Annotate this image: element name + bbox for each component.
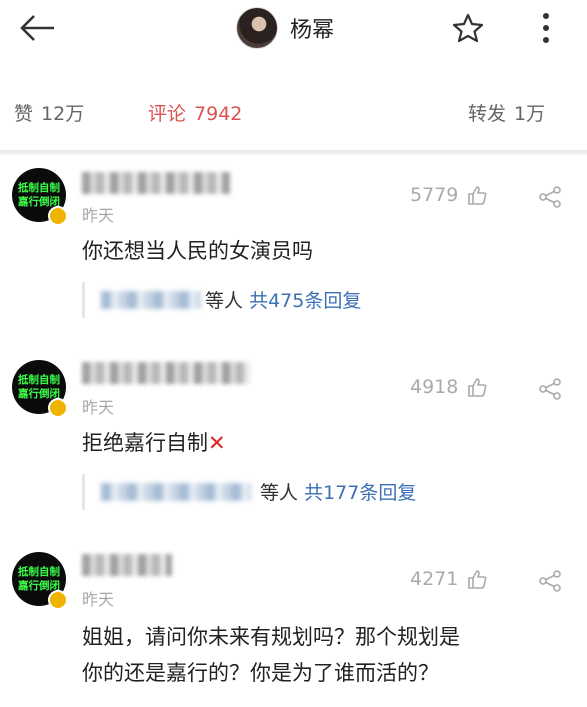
share-icon[interactable] [538,570,562,596]
tab-reposts[interactable]: 转发 1万 [468,92,545,136]
commenter-name-blurred[interactable] [82,362,250,384]
tab-reposts-label: 转发 [468,103,507,125]
replies-suffix: 等人 [260,482,299,504]
avatar-text-line1: 抵制自制 [18,182,60,194]
comment-item: 抵制自制 嘉行倒闭 昨天 4271 姐姐，请问你未来有规划吗？那个规划是 你的还… [0,544,587,707]
verified-badge [48,398,68,418]
avatar-text-line1: 抵制自制 [18,374,60,386]
tab-comments[interactable]: 评论 7942 [148,92,242,136]
reply-names-blurred [101,291,201,309]
star-icon[interactable] [452,12,484,44]
commenter-name-blurred[interactable] [82,554,172,576]
comment-time: 昨天 [82,398,115,417]
tab-likes-label: 赞 [14,103,34,125]
replies-link[interactable]: 共475条回复 [249,290,361,312]
comment-text: 拒绝嘉行自制✕ [82,426,226,460]
thumbs-up-icon [468,378,487,397]
more-vertical-icon[interactable] [538,10,554,46]
replies-link[interactable]: 共177条回复 [304,482,416,504]
comment-time: 昨天 [82,590,115,609]
tab-comments-count: 7942 [194,103,243,125]
like-count: 4918 [410,376,459,398]
thumbs-up-icon [468,186,487,205]
divider [0,150,587,155]
comment-item: 抵制自制 嘉行倒闭 昨天 5779 你还想当人民的女演员吗 等人 共475条回复 [0,160,587,340]
back-arrow-icon[interactable] [18,12,58,44]
thumbs-up-icon [468,570,487,589]
like-button[interactable]: 4271 [410,568,488,590]
like-count: 4271 [410,568,459,590]
top-bar: 杨幂 [0,0,587,58]
like-button[interactable]: 5779 [410,184,488,206]
like-count: 5779 [410,184,459,206]
red-x-icon: ✕ [208,431,226,455]
tab-likes[interactable]: 赞 12万 [14,92,84,136]
replies-preview[interactable]: 等人 共177条回复 [82,474,555,510]
tab-reposts-count: 1万 [514,103,546,125]
replies-suffix: 等人 [205,290,244,312]
verified-badge [48,206,68,226]
reply-names-blurred [101,483,251,501]
tab-comments-label: 评论 [148,103,187,125]
replies-preview[interactable]: 等人 共475条回复 [82,282,555,318]
comment-time: 昨天 [82,206,115,225]
avatar-text-line1: 抵制自制 [18,566,60,578]
comment-text: 你还想当人民的女演员吗 [82,239,313,263]
profile-header[interactable]: 杨幂 [236,6,334,50]
comment-item: 抵制自制 嘉行倒闭 昨天 4918 拒绝嘉行自制✕ 等人 共177条回复 [0,352,587,532]
verified-badge [48,590,68,610]
tab-likes-count: 12万 [41,103,85,125]
comment-text-body: 拒绝嘉行自制 [82,431,208,455]
like-button[interactable]: 4918 [410,376,488,398]
comment-text-line1: 姐姐，请问你未来有规划吗？那个规划是 [82,625,460,649]
commenter-name-blurred[interactable] [82,172,230,194]
share-icon[interactable] [538,186,562,212]
page-title: 杨幂 [290,18,335,43]
share-icon[interactable] [538,378,562,404]
stats-tabs: 赞 12万 评论 7942 转发 1万 [0,92,587,136]
comment-text-line2: 你的还是嘉行的？你是为了谁而活的？ [82,661,439,685]
avatar[interactable] [236,7,278,49]
